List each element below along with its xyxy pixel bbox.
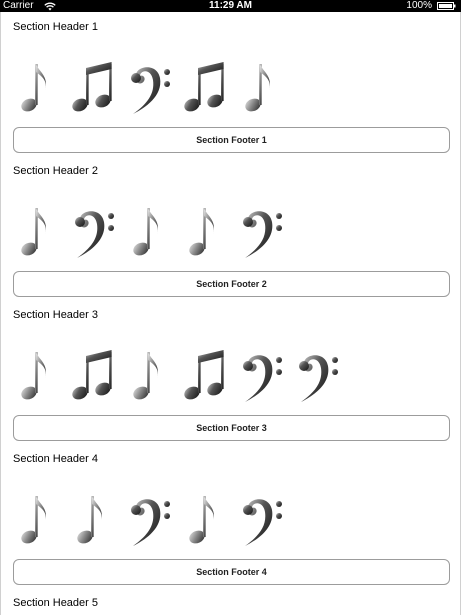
section-footer: Section Footer 3 <box>13 415 450 441</box>
eighth-note-icon <box>183 200 228 260</box>
bass-clef-icon <box>239 200 284 260</box>
eighth-note-icon <box>15 488 60 548</box>
bass-clef-icon <box>239 344 284 404</box>
beamed-notes-icon <box>71 344 116 404</box>
beamed-notes-icon <box>183 56 228 116</box>
clock: 11:29 AM <box>209 0 252 11</box>
section-footer: Section Footer 1 <box>13 127 450 153</box>
eighth-note-icon <box>15 200 60 260</box>
bass-clef-icon <box>127 488 172 548</box>
bass-clef-icon <box>295 344 340 404</box>
eighth-note-icon <box>239 56 284 116</box>
eighth-note-icon <box>15 344 60 404</box>
bass-clef-icon <box>127 56 172 116</box>
section-footer: Section Footer 4 <box>13 559 450 585</box>
battery-percentage: 100% <box>406 0 432 11</box>
eighth-note-icon <box>15 56 60 116</box>
bass-clef-icon <box>71 200 116 260</box>
status-bar: Carrier 11:29 AM 100% <box>0 0 461 12</box>
icon-row <box>15 56 295 116</box>
section-header: Section Header 2 <box>13 165 98 177</box>
section-header: Section Header 3 <box>13 309 98 321</box>
eighth-note-icon <box>71 488 116 548</box>
bass-clef-icon <box>239 488 284 548</box>
eighth-note-icon <box>127 344 172 404</box>
icon-row <box>15 344 351 404</box>
beamed-notes-icon <box>183 344 228 404</box>
icon-row <box>15 200 295 260</box>
section-header: Section Header 4 <box>13 453 98 465</box>
beamed-notes-icon <box>71 56 116 116</box>
section-header: Section Header 5 <box>13 597 98 609</box>
eighth-note-icon <box>183 488 228 548</box>
section-header: Section Header 1 <box>13 21 98 33</box>
table-view[interactable]: Section Header 1 Section Footer 1 Section … <box>0 12 461 615</box>
eighth-note-icon <box>127 200 172 260</box>
section-footer: Section Footer 2 <box>13 271 450 297</box>
icon-row <box>15 488 295 548</box>
battery-icon <box>437 2 456 10</box>
